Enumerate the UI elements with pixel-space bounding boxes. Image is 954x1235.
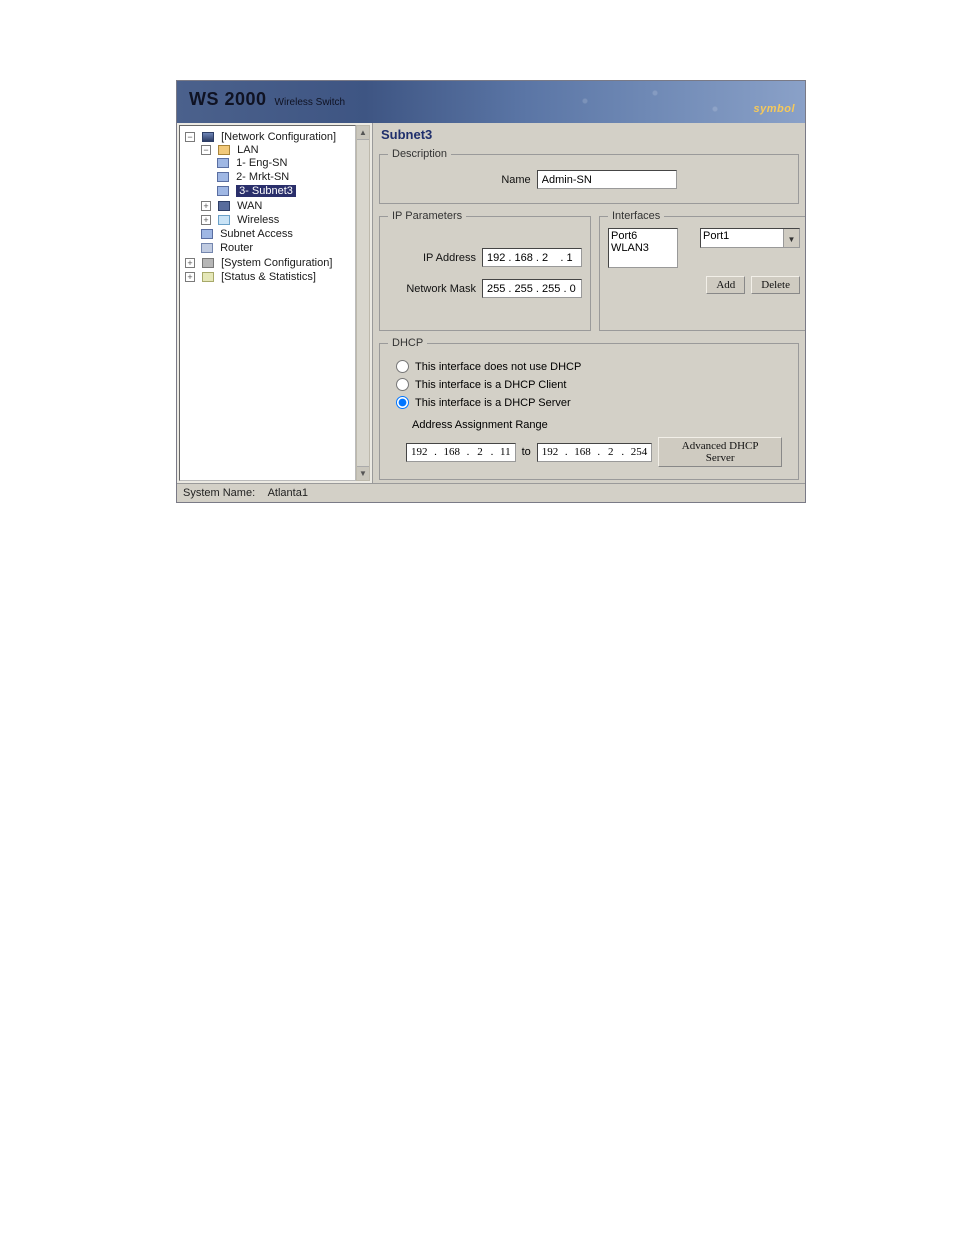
chevron-down-icon[interactable]: ▼ bbox=[783, 229, 799, 248]
radio-label: This interface does not use DHCP bbox=[415, 361, 581, 373]
dhcp-option-client[interactable]: This interface is a DHCP Client bbox=[396, 378, 782, 391]
router-icon bbox=[201, 243, 213, 253]
interfaces-available-select[interactable]: Port1 ▼ bbox=[700, 228, 800, 248]
network-icon bbox=[202, 132, 214, 142]
radio-input[interactable] bbox=[396, 396, 409, 409]
ip-parameters-group: IP Parameters IP Address Network Mask bbox=[379, 210, 591, 331]
delete-button[interactable]: Delete bbox=[751, 276, 800, 294]
ip-address-label: IP Address bbox=[388, 252, 476, 264]
add-button[interactable]: Add bbox=[706, 276, 745, 294]
tree-expander-icon[interactable]: + bbox=[201, 201, 211, 211]
nav-tree-viewport: − [Network Configuration] − LAN bbox=[179, 125, 356, 481]
range-from-input[interactable]: 192. 168. 2. 11 bbox=[406, 443, 516, 462]
wan-icon bbox=[218, 201, 230, 211]
tree-expander-icon[interactable]: + bbox=[185, 272, 195, 282]
ip-address-input[interactable] bbox=[482, 248, 582, 267]
interfaces-assigned-list[interactable]: Port6 WLAN3 bbox=[608, 228, 678, 268]
scroll-down-icon[interactable]: ▼ bbox=[357, 466, 369, 480]
radio-input[interactable] bbox=[396, 378, 409, 391]
subnet-access-icon bbox=[201, 229, 213, 239]
tree-item-subnet-1[interactable]: 1- Eng-SN bbox=[236, 157, 287, 169]
tree-expander-icon[interactable]: + bbox=[185, 258, 195, 268]
tree-expander-icon[interactable]: − bbox=[201, 145, 211, 155]
app-window: WS 2000 Wireless Switch symbol − [Networ… bbox=[176, 80, 806, 503]
description-legend: Description bbox=[388, 148, 451, 160]
product-title: WS 2000 bbox=[189, 89, 267, 110]
wireless-icon bbox=[218, 215, 230, 225]
status-value: Atlanta1 bbox=[268, 487, 308, 499]
tree-item-subnet-access[interactable]: Subnet Access bbox=[220, 228, 293, 240]
interfaces-legend: Interfaces bbox=[608, 210, 664, 222]
radio-label: This interface is a DHCP Server bbox=[415, 397, 571, 409]
scroll-up-icon[interactable]: ▲ bbox=[357, 126, 369, 140]
header-banner: WS 2000 Wireless Switch symbol bbox=[177, 81, 805, 123]
product-subtitle: Wireless Switch bbox=[275, 97, 346, 108]
tree-item-status-statistics[interactable]: [Status & Statistics] bbox=[221, 271, 316, 283]
interfaces-group: Interfaces Port6 WLAN3 Port1 ▼ A bbox=[599, 210, 805, 331]
subnet-icon bbox=[217, 186, 229, 196]
brand-logo: symbol bbox=[753, 103, 795, 115]
sidebar-scrollbar[interactable]: ▲ ▼ bbox=[356, 125, 370, 481]
dhcp-legend: DHCP bbox=[388, 337, 427, 349]
tree-item-subnet-3[interactable]: 3- Subnet3 bbox=[236, 185, 296, 197]
dhcp-option-server[interactable]: This interface is a DHCP Server bbox=[396, 396, 782, 409]
radio-input[interactable] bbox=[396, 360, 409, 373]
tree-item-system-configuration[interactable]: [System Configuration] bbox=[221, 257, 332, 269]
tree-item-network-configuration[interactable]: [Network Configuration] bbox=[221, 131, 336, 143]
tree-item-wan[interactable]: WAN bbox=[237, 200, 262, 212]
ip-parameters-legend: IP Parameters bbox=[388, 210, 466, 222]
dhcp-group: DHCP This interface does not use DHCP Th… bbox=[379, 337, 799, 480]
list-item[interactable]: WLAN3 bbox=[611, 242, 675, 254]
list-item[interactable]: Port6 bbox=[611, 230, 675, 242]
dhcp-option-none[interactable]: This interface does not use DHCP bbox=[396, 360, 782, 373]
content-pane: Subnet3 Description Name IP Parameters I… bbox=[373, 123, 805, 483]
network-mask-label: Network Mask bbox=[388, 283, 476, 295]
name-label: Name bbox=[501, 174, 530, 186]
tree-expander-icon[interactable]: + bbox=[201, 215, 211, 225]
tree-item-lan[interactable]: LAN bbox=[237, 144, 258, 156]
to-label: to bbox=[522, 446, 531, 458]
nav-tree[interactable]: − [Network Configuration] − LAN bbox=[183, 130, 352, 284]
tree-item-wireless[interactable]: Wireless bbox=[237, 214, 279, 226]
network-mask-input[interactable] bbox=[482, 279, 582, 298]
tree-item-router[interactable]: Router bbox=[220, 242, 253, 254]
page-title: Subnet3 bbox=[381, 127, 799, 142]
range-to-input[interactable]: 192. 168. 2. 254 bbox=[537, 443, 653, 462]
subnet-icon bbox=[217, 158, 229, 168]
nav-sidebar: − [Network Configuration] − LAN bbox=[177, 123, 373, 483]
radio-label: This interface is a DHCP Client bbox=[415, 379, 566, 391]
tree-expander-icon[interactable]: − bbox=[185, 132, 195, 142]
address-range-label: Address Assignment Range bbox=[412, 419, 548, 431]
select-value: Port1 bbox=[703, 230, 729, 242]
stats-icon bbox=[202, 272, 214, 282]
gear-icon bbox=[202, 258, 214, 268]
tree-item-subnet-2[interactable]: 2- Mrkt-SN bbox=[236, 171, 289, 183]
description-group: Description Name bbox=[379, 148, 799, 204]
status-label: System Name: bbox=[183, 487, 255, 499]
status-bar: System Name: Atlanta1 bbox=[177, 483, 805, 502]
advanced-dhcp-button[interactable]: Advanced DHCP Server bbox=[658, 437, 782, 467]
subnet-icon bbox=[217, 172, 229, 182]
name-input[interactable] bbox=[537, 170, 677, 189]
folder-icon bbox=[218, 145, 230, 155]
